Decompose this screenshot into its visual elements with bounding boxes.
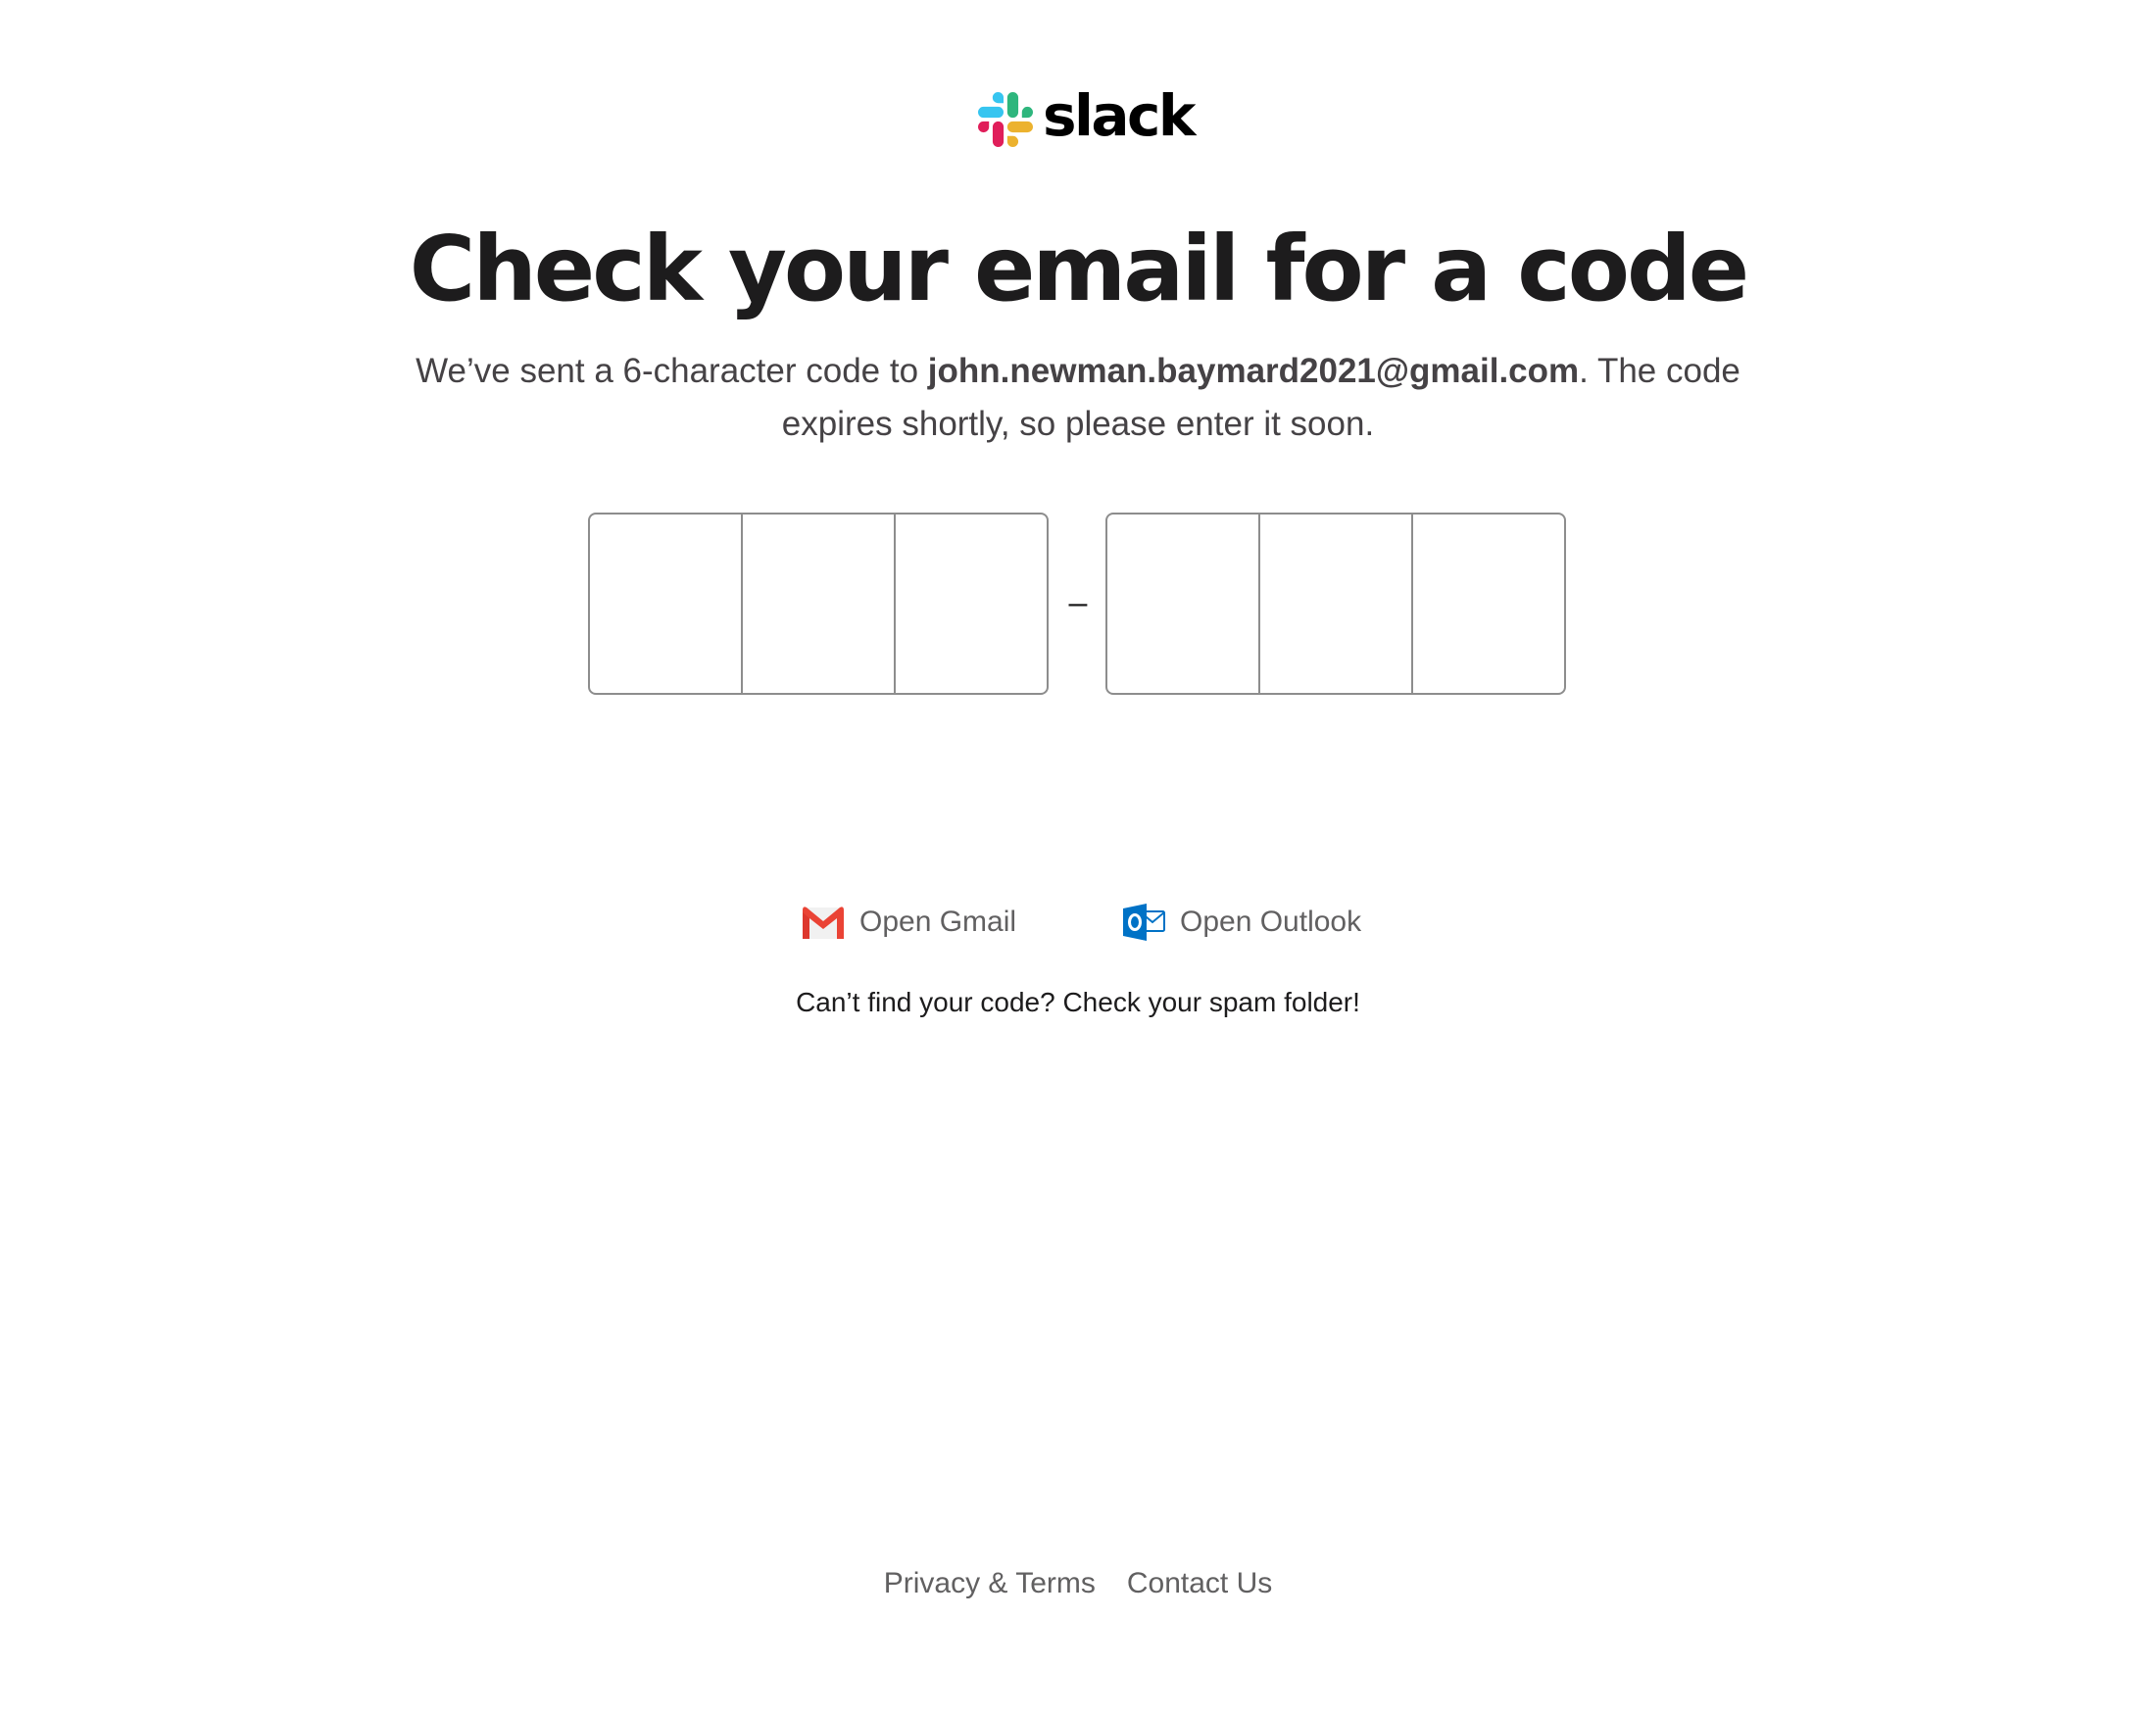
contact-us-link[interactable]: Contact Us xyxy=(1127,1562,1272,1605)
code-input-group-2 xyxy=(1105,513,1566,695)
code-digit-3[interactable] xyxy=(894,515,1047,693)
spam-folder-hint: Can’t find your code? Check your spam fo… xyxy=(796,987,1360,1017)
code-digit-2[interactable] xyxy=(741,515,894,693)
slack-logo[interactable]: slack xyxy=(978,85,1197,150)
code-input-group-1 xyxy=(588,513,1049,695)
recipient-email: john.newman.baymard2021@gmail.com xyxy=(927,352,1580,390)
code-digit-5[interactable] xyxy=(1258,515,1411,693)
code-separator: – xyxy=(1068,584,1088,621)
footer: Privacy & Terms Contact Us xyxy=(0,1562,2156,1605)
slack-hash-icon xyxy=(978,92,1033,147)
open-gmail-label: Open Gmail xyxy=(859,906,1017,938)
page-title: Check your email for a code xyxy=(409,217,1749,321)
open-gmail-link[interactable]: Open Gmail xyxy=(801,901,1016,944)
message-prefix: We’ve sent a 6-character code to xyxy=(416,352,928,390)
open-outlook-label: Open Outlook xyxy=(1180,906,1362,938)
gmail-icon xyxy=(803,907,844,939)
privacy-terms-link[interactable]: Privacy & Terms xyxy=(884,1562,1096,1605)
slack-wordmark: slack xyxy=(1043,82,1197,149)
outlook-icon xyxy=(1123,904,1165,941)
verification-page: slack Check your email for a code We’ve … xyxy=(0,0,2156,1717)
code-digit-4[interactable] xyxy=(1107,515,1258,693)
open-outlook-link[interactable]: Open Outlook xyxy=(1121,901,1361,944)
code-digit-1[interactable] xyxy=(590,515,741,693)
code-digit-6[interactable] xyxy=(1411,515,1564,693)
code-sent-message: We’ve sent a 6-character code to john.ne… xyxy=(412,345,1744,451)
